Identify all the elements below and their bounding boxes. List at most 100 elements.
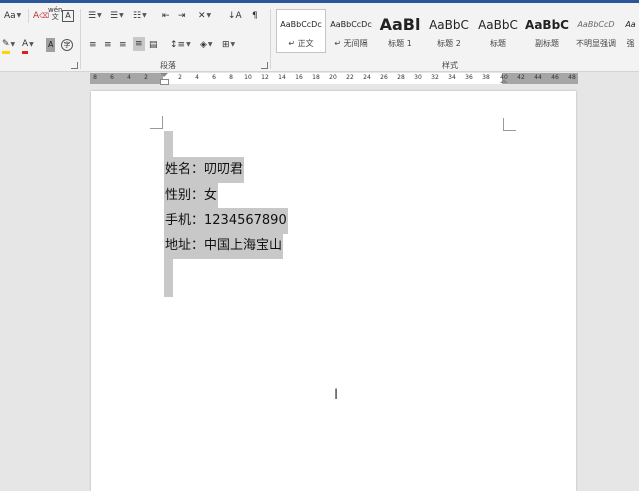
style-no-spacing[interactable]: AaBbCcDc ↵ 无间隔 <box>326 9 376 53</box>
ruler-tick: 26 <box>380 74 388 81</box>
align-left-button[interactable]: ≡ <box>89 38 97 52</box>
bullets-icon: ☰ <box>88 11 97 21</box>
paragraph-dialog-launcher[interactable] <box>261 62 268 69</box>
ruler-tick: 4 <box>127 74 131 81</box>
style-preview: AaBbC <box>525 18 569 32</box>
ruler-tick: 16 <box>295 74 303 81</box>
align-center-icon: ≡ <box>104 40 112 50</box>
ruler-tick: 22 <box>346 74 354 81</box>
borders-icon: ⊞ <box>222 40 230 50</box>
style-subtitle[interactable]: AaBbC 副标题 <box>522 9 572 53</box>
style-subtle-emphasis[interactable]: AaBbCcD 不明显强调 <box>571 9 621 53</box>
separator <box>28 9 29 23</box>
align-right-button[interactable]: ≡ <box>119 38 127 52</box>
align-right-icon: ≡ <box>119 40 127 50</box>
style-heading-2[interactable]: AaBbC 标题 2 <box>424 9 474 53</box>
enclose-char-button[interactable]: 字 <box>61 38 73 52</box>
ruler-tick: 30 <box>414 74 422 81</box>
ruler-tick: 10 <box>244 74 252 81</box>
justify-button[interactable]: ≡ <box>133 37 145 51</box>
change-case-button[interactable]: Aa ▼ <box>4 9 21 23</box>
styles-gallery: AaBbCcDc ↵ 正文 AaBbCcDc ↵ 无间隔 AaBl 标题 1 A… <box>274 9 639 53</box>
show-marks-button[interactable]: ¶ <box>252 9 258 23</box>
multilevel-list-button[interactable]: ☷ ▼ <box>133 9 147 23</box>
highlight-color-button[interactable]: ✎ ▼ <box>2 38 15 54</box>
char-shading-label: A <box>46 38 56 52</box>
char-border-button[interactable]: A <box>62 9 74 23</box>
justify-icon: ≡ <box>135 39 143 49</box>
ruler-tick: 8 <box>93 74 97 81</box>
ruler-tick: 44 <box>534 74 542 81</box>
pilcrow-icon: ¶ <box>252 11 258 21</box>
style-name: 副标题 <box>535 39 559 48</box>
distributed-icon: ▤ <box>149 40 158 50</box>
ruler-tick: 18 <box>312 74 320 81</box>
style-title[interactable]: AaBbC 标题 <box>473 9 523 53</box>
ruler-tick: 24 <box>363 74 371 81</box>
margin-corner-top-right <box>503 118 516 131</box>
left-indent-marker[interactable] <box>160 73 169 85</box>
horizontal-ruler[interactable]: 8 6 4 2 2 4 6 8 10 12 14 16 18 20 22 24 … <box>90 73 578 85</box>
ruler-tick: 2 <box>178 74 182 81</box>
ruler-tick: 28 <box>397 74 405 81</box>
decrease-indent-icon: ⇤ <box>162 11 170 21</box>
group-separator <box>270 9 271 69</box>
multilevel-list-icon: ☷ <box>133 11 142 21</box>
margin-corner-top-left <box>150 116 163 129</box>
ruler-tick: 4 <box>195 74 199 81</box>
style-emphasis[interactable]: Aa 强 <box>620 9 639 53</box>
distributed-button[interactable]: ▤ <box>149 38 158 52</box>
font-color-label: A <box>22 37 29 54</box>
ruler-tick: 20 <box>329 74 337 81</box>
line-spacing-button[interactable]: ↕≡ ▼ <box>170 38 191 52</box>
char-shading-button[interactable]: A <box>46 38 56 52</box>
document-page[interactable]: 姓名：叨叨君 性别：女 手机：1234567890 地址：中国上海宝山 Ⅰ <box>91 91 576 491</box>
borders-button[interactable]: ⊞ ▼ <box>222 38 235 52</box>
document-line[interactable]: 手机：1234567890 <box>164 208 288 234</box>
style-preview: Aa <box>625 20 636 29</box>
line-spacing-icon: ↕≡ <box>170 40 186 50</box>
ruler-tick: 14 <box>278 74 286 81</box>
enclose-char-label: 字 <box>61 39 73 51</box>
change-case-label: Aa <box>4 11 16 21</box>
chinese-layout-button[interactable]: ✕ ▼ <box>198 9 211 23</box>
ruler-tick: 34 <box>448 74 456 81</box>
ruler-tick: 46 <box>551 74 559 81</box>
paint-bucket-icon: ◈ <box>200 40 207 50</box>
style-normal[interactable]: AaBbCcDc ↵ 正文 <box>276 9 326 53</box>
char-border-label: A <box>62 10 74 22</box>
ruler-tick: 42 <box>517 74 525 81</box>
ruler-tick: 48 <box>568 74 576 81</box>
style-preview: AaBbC <box>478 18 518 32</box>
font-color-button[interactable]: A ▼ <box>22 37 34 54</box>
phonetic-guide-button[interactable]: wén 文 <box>48 7 62 21</box>
right-indent-marker[interactable] <box>500 79 508 83</box>
style-name: 标题 1 <box>388 39 412 48</box>
decrease-indent-button[interactable]: ⇤ <box>162 9 170 23</box>
document-line[interactable]: 性别：女 <box>164 183 219 209</box>
font-dialog-launcher[interactable] <box>71 62 78 69</box>
ruler-tick: 12 <box>261 74 269 81</box>
style-preview: AaBbCcDc <box>280 20 322 29</box>
bullets-button[interactable]: ☰ ▼ <box>88 9 102 23</box>
numbering-button[interactable]: ☰ ▼ <box>110 9 124 23</box>
group-separator <box>80 9 81 69</box>
style-heading-1[interactable]: AaBl 标题 1 <box>375 9 425 53</box>
style-name: 标题 <box>490 39 506 48</box>
increase-indent-button[interactable]: ⇥ <box>178 9 186 23</box>
sort-button[interactable]: ↓A <box>228 9 242 23</box>
ruler-tick: 2 <box>144 74 148 81</box>
align-left-icon: ≡ <box>89 40 97 50</box>
clear-format-icon[interactable]: A ⌫ <box>33 9 49 23</box>
styles-group-label: 样式 <box>442 61 458 70</box>
style-preview: AaBbC <box>429 18 469 32</box>
shading-button[interactable]: ◈ ▼ <box>200 38 213 52</box>
ruler-tick: 36 <box>465 74 473 81</box>
align-center-button[interactable]: ≡ <box>104 38 112 52</box>
ruler-tick: 6 <box>110 74 114 81</box>
numbering-icon: ☰ <box>110 11 119 21</box>
style-name: 不明显强调 <box>576 39 616 48</box>
document-line[interactable]: 地址：中国上海宝山 <box>164 233 284 259</box>
document-line[interactable]: 姓名：叨叨君 <box>164 157 245 183</box>
ruler-tick: 8 <box>229 74 233 81</box>
